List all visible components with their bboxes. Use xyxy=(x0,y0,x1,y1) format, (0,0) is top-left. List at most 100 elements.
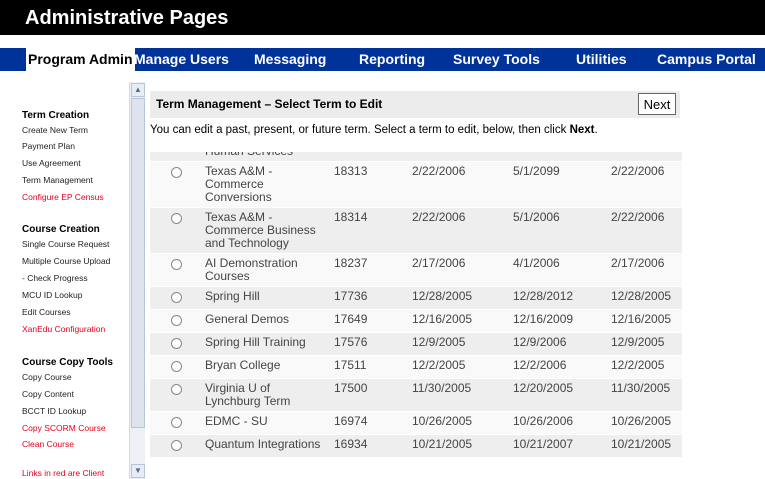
term-end-date: 12/16/2009 xyxy=(510,309,608,333)
term-start-date: 10/21/2005 xyxy=(409,434,510,458)
table-row[interactable]: Bryan College 17511 12/2/2005 12/2/2006 12/2… xyxy=(150,355,682,379)
term-table: Human ServicesTexas A&M - Commerce Conve… xyxy=(150,152,682,479)
table-row[interactable]: Human Services xyxy=(150,152,682,162)
scroll-up-arrow-icon[interactable]: ▲ xyxy=(131,83,145,97)
panel-title: Term Management – Select Term to Edit xyxy=(156,97,383,111)
term-end-date xyxy=(510,152,608,162)
sidebar-link-clean-course[interactable]: Clean Course xyxy=(22,439,74,449)
sidebar-link-check-progress[interactable]: - Check Progress xyxy=(22,273,88,283)
term-start-date xyxy=(409,152,510,162)
term-end-date: 5/1/2099 xyxy=(510,161,608,208)
term-name: Bryan College xyxy=(202,355,331,379)
term-id xyxy=(331,152,409,162)
term-start-date: 12/16/2005 xyxy=(409,309,510,333)
table-row[interactable]: Spring Hill 17736 12/28/2005 12/28/2012 12/2… xyxy=(150,286,682,310)
table-row[interactable]: Texas A&M - Commerce Conversions 18313 2/2… xyxy=(150,161,682,208)
sidebar-link-copy-content[interactable]: Copy Content xyxy=(22,389,74,399)
term-end-date: 10/21/2007 xyxy=(510,434,608,458)
radio-cell xyxy=(150,332,202,356)
sidebar-heading-term-creation: Term Creation xyxy=(22,110,90,121)
term-open-date: 10/26/2005 xyxy=(608,411,682,435)
term-open-date: 12/9/2005 xyxy=(608,332,682,356)
panel-header: Term Management – Select Term to Edit Ne… xyxy=(150,91,680,118)
term-id: 16974 xyxy=(331,411,409,435)
sidebar-link-term-management[interactable]: Term Management xyxy=(22,175,93,185)
radio-cell xyxy=(150,411,202,435)
table-row[interactable]: General Demos 17649 12/16/2005 12/16/2009 12… xyxy=(150,309,682,333)
term-end-date: 12/9/2006 xyxy=(510,332,608,356)
radio-cell xyxy=(150,309,202,333)
instruction-suffix: . xyxy=(594,124,598,136)
sidebar-link-mcu-id-lookup[interactable]: MCU ID Lookup xyxy=(22,290,82,300)
term-name: AI Demonstration Courses xyxy=(202,253,331,287)
table-row[interactable]: AI Demonstration Courses 18237 2/17/2006 4/… xyxy=(150,253,682,287)
term-open-date: 2/22/2006 xyxy=(608,161,682,208)
instruction-text: You can edit a past, present, or future … xyxy=(150,124,598,136)
term-end-date: 5/1/2006 xyxy=(510,207,608,254)
sidebar-heading-course-copy-tools: Course Copy Tools xyxy=(22,357,113,368)
term-radio[interactable] xyxy=(171,167,182,178)
sidebar-scrollbar[interactable]: ▲ ▼ xyxy=(129,82,145,479)
term-id: 18237 xyxy=(331,253,409,287)
sidebar: Term Creation Create New Term Payment Pl… xyxy=(17,82,144,479)
term-id: 16934 xyxy=(331,434,409,458)
term-end-date: 4/1/2006 xyxy=(510,253,608,287)
sidebar-link-copy-scorm-course[interactable]: Copy SCORM Course xyxy=(22,423,106,433)
term-end-date: 12/2/2006 xyxy=(510,355,608,379)
main-nav: Program Admin Manage Users Messaging Rep… xyxy=(0,48,765,71)
nav-program-admin[interactable]: Program Admin xyxy=(26,48,135,71)
sidebar-link-create-new-term[interactable]: Create New Term xyxy=(22,125,88,135)
scroll-down-arrow-icon[interactable]: ▼ xyxy=(131,464,145,478)
table-row[interactable]: Virginia U of Lynchburg Term 17500 11/30/2… xyxy=(150,378,682,412)
term-radio[interactable] xyxy=(171,292,182,303)
term-open-date: 12/28/2005 xyxy=(608,286,682,310)
term-end-date: 12/20/2005 xyxy=(510,378,608,412)
term-start-date: 2/22/2006 xyxy=(409,161,510,208)
nav-survey-tools[interactable]: Survey Tools xyxy=(453,48,540,71)
sidebar-link-single-course-request[interactable]: Single Course Request xyxy=(22,239,109,249)
sidebar-link-edit-courses[interactable]: Edit Courses xyxy=(22,307,71,317)
term-name: Spring Hill xyxy=(202,286,331,310)
sidebar-link-bcct-id-lookup[interactable]: BCCT ID Lookup xyxy=(22,406,86,416)
sidebar-link-multiple-course-upload[interactable]: Multiple Course Upload xyxy=(22,256,110,266)
term-open-date: 11/30/2005 xyxy=(608,378,682,412)
term-radio[interactable] xyxy=(171,417,182,428)
app-title: Administrative Pages xyxy=(25,7,229,29)
term-radio[interactable] xyxy=(171,384,182,395)
sidebar-link-payment-plan[interactable]: Payment Plan xyxy=(22,141,75,151)
sidebar-link-configure-ep-census[interactable]: Configure EP Census xyxy=(22,192,104,202)
sidebar-link-xanedu-configuration[interactable]: XanEdu Configuration xyxy=(22,324,105,334)
term-radio[interactable] xyxy=(171,361,182,372)
term-radio[interactable] xyxy=(171,338,182,349)
table-row[interactable]: Texas A&M - Commerce Business and Techno… xyxy=(150,207,682,254)
term-open-date: 2/17/2006 xyxy=(608,253,682,287)
term-radio[interactable] xyxy=(171,315,182,326)
sidebar-link-copy-course[interactable]: Copy Course xyxy=(22,372,72,382)
nav-messaging[interactable]: Messaging xyxy=(254,48,326,71)
nav-utilities[interactable]: Utilities xyxy=(576,48,627,71)
term-id: 17649 xyxy=(331,309,409,333)
term-radio[interactable] xyxy=(171,259,182,270)
term-radio[interactable] xyxy=(171,440,182,451)
term-name: Virginia U of Lynchburg Term xyxy=(202,378,331,412)
nav-reporting[interactable]: Reporting xyxy=(359,48,425,71)
term-start-date: 2/17/2006 xyxy=(409,253,510,287)
term-end-date: 12/28/2012 xyxy=(510,286,608,310)
table-row[interactable]: EDMC - SU 16974 10/26/2005 10/26/2006 10/26/… xyxy=(150,411,682,435)
nav-manage-users[interactable]: Manage Users xyxy=(134,48,229,71)
term-id: 18314 xyxy=(331,207,409,254)
term-open-date: 10/21/2005 xyxy=(608,434,682,458)
nav-campus-portal[interactable]: Campus Portal xyxy=(657,48,756,71)
sidebar-client-note: Links in red are Client xyxy=(22,468,105,478)
term-end-date: 10/26/2006 xyxy=(510,411,608,435)
table-row[interactable]: Spring Hill Training 17576 12/9/2005 12/9/2… xyxy=(150,332,682,356)
next-button[interactable]: Next xyxy=(638,93,676,115)
term-open-date: 12/2/2005 xyxy=(608,355,682,379)
term-id: 17736 xyxy=(331,286,409,310)
sidebar-link-use-agreement[interactable]: Use Agreement xyxy=(22,158,81,168)
term-radio[interactable] xyxy=(171,213,182,224)
title-bar: Administrative Pages xyxy=(0,0,765,35)
table-row[interactable]: Quantum Integrations 16934 10/21/2005 10/21… xyxy=(150,434,682,458)
radio-cell xyxy=(150,355,202,379)
scroll-thumb[interactable] xyxy=(131,98,145,428)
